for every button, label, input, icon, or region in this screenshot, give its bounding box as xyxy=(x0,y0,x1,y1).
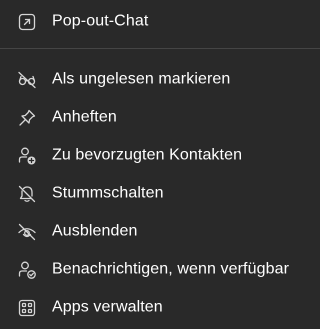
menu-item-label: Anheften xyxy=(52,108,117,126)
glasses-icon xyxy=(17,70,37,90)
bell-off-icon xyxy=(17,184,37,204)
eye-off-icon xyxy=(17,222,37,242)
menu-item-label: Pop-out-Chat xyxy=(52,12,149,30)
pop-out-icon xyxy=(17,12,37,32)
menu-item-manage-apps[interactable]: Apps verwalten xyxy=(0,291,320,325)
menu-item-pop-out-chat[interactable]: Pop-out-Chat xyxy=(0,5,320,39)
menu-item-label: Apps verwalten xyxy=(52,298,163,316)
menu-item-mark-unread[interactable]: Als ungelesen markieren xyxy=(0,63,320,97)
person-add-icon xyxy=(17,146,37,166)
apps-icon xyxy=(17,298,37,318)
menu-item-hide[interactable]: Ausblenden xyxy=(0,215,320,249)
menu-item-pin[interactable]: Anheften xyxy=(0,101,320,135)
menu-item-notify-when-available[interactable]: Benachrichtigen, wenn verfügbar xyxy=(0,253,320,287)
menu-item-label: Als ungelesen markieren xyxy=(52,70,231,88)
menu-item-label: Ausblenden xyxy=(52,222,138,240)
menu-item-label: Benachrichtigen, wenn verfügbar xyxy=(52,260,290,278)
menu-item-label: Zu bevorzugten Kontakten xyxy=(52,146,243,164)
menu-item-label: Stummschalten xyxy=(52,184,164,202)
menu-item-mute[interactable]: Stummschalten xyxy=(0,177,320,211)
menu-item-add-favorite-contact[interactable]: Zu bevorzugten Kontakten xyxy=(0,139,320,173)
menu-divider xyxy=(0,48,320,49)
pin-icon xyxy=(17,108,37,128)
person-available-icon xyxy=(17,260,37,280)
context-menu: Pop-out-Chat Als ungelesen markieren Anh… xyxy=(0,0,320,329)
